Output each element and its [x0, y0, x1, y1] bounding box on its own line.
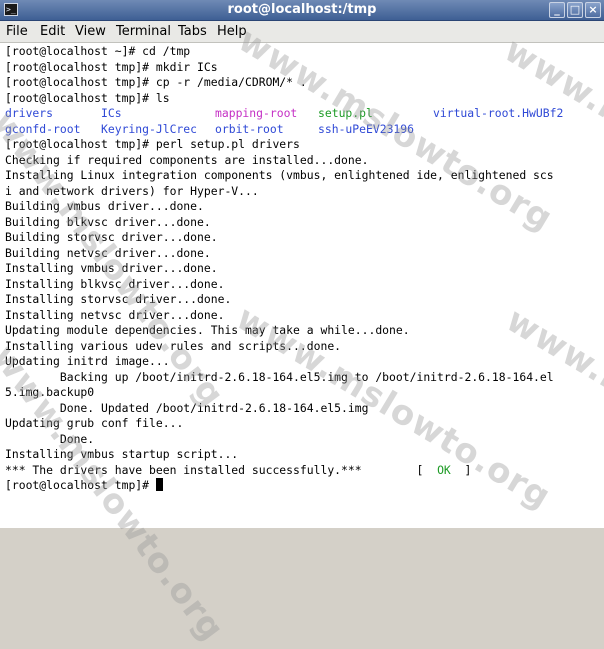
terminal-line: [root@localhost tmp]# perl setup.pl driv…: [5, 137, 300, 151]
maximize-button[interactable]: □: [567, 2, 583, 18]
minimize-button[interactable]: _: [549, 2, 565, 18]
terminal-line: Checking if required components are inst…: [5, 152, 369, 167]
terminal-line: Building netvsc driver...done.: [5, 245, 211, 260]
success-spacer: [362, 463, 417, 477]
terminal-line: [root@localhost tmp]# ls: [5, 90, 170, 105]
ls-entry: drivers: [5, 106, 54, 120]
terminal-line: Building vmbus driver...done.: [5, 199, 204, 213]
ls-entry: Keyring-JlCrec: [101, 121, 198, 136]
ls-entry: setup.pl: [318, 106, 373, 120]
terminal-lines: [root@localhost ~]# cd /tmp [root@localh…: [5, 44, 563, 494]
menu-bar: File Edit View Terminal Tabs Help: [0, 21, 604, 43]
terminal-line: Updating initrd image...: [5, 354, 170, 368]
status-bracket-open: [: [416, 462, 438, 477]
terminal-line: 5.img.backup0: [5, 385, 95, 399]
terminal-line: Building storvsc driver...done.: [5, 230, 218, 244]
ls-entry: mapping-root: [215, 106, 298, 120]
menu-terminal[interactable]: Terminal: [116, 24, 171, 39]
text-cursor: [155, 478, 163, 491]
menu-tabs[interactable]: Tabs: [178, 24, 207, 39]
terminal-line: Installing Linux integration components …: [5, 168, 554, 182]
ls-entry: gconfd-root: [5, 121, 81, 136]
title-bar[interactable]: >_ root@localhost:/tmp _ □ ×: [0, 0, 604, 21]
terminal-line: Installing netvsc driver...done.: [5, 307, 225, 322]
ls-output-row: drivers ICs mapping-root setup.pl virtua…: [5, 106, 563, 122]
terminal-output[interactable]: [root@localhost ~]# cd /tmp [root@localh…: [0, 43, 604, 528]
success-line: *** The drivers have been installed succ…: [5, 463, 554, 479]
terminal-line: Done.: [5, 431, 95, 446]
terminal-line: Installing vmbus driver...done.: [5, 261, 218, 275]
terminal-line: Installing storvsc driver...done.: [5, 292, 232, 306]
menu-view[interactable]: View: [75, 24, 106, 39]
ls-entry: virtual-root.HwUBf2: [433, 106, 564, 120]
terminal-line: Installing blkvsc driver...done.: [5, 276, 225, 291]
terminal-line: Installing various udev rules and script…: [5, 338, 342, 353]
terminal-window: >_ root@localhost:/tmp _ □ × File Edit V…: [0, 0, 604, 649]
terminal-line: Building blkvsc driver...done.: [5, 214, 211, 229]
shell-prompt: [root@localhost tmp]#: [5, 478, 156, 492]
ls-entry: ssh-uPeEV23196: [318, 121, 415, 136]
terminal-line: Done. Updated /boot/initrd-2.6.18-164.el…: [5, 400, 369, 415]
terminal-line: [root@localhost tmp]# mkdir ICs: [5, 59, 218, 74]
ls-output-row: gconfd-root Keyring-JlCrec orbit-root ss…: [5, 122, 554, 138]
success-message: *** The drivers have been installed succ…: [5, 462, 362, 477]
menu-file[interactable]: File: [6, 24, 28, 39]
terminal-line: i and network drivers) for Hyper-V...: [5, 183, 259, 198]
close-button[interactable]: ×: [585, 2, 601, 18]
terminal-line: Installing vmbus startup script...: [5, 447, 239, 461]
prompt-line[interactable]: [root@localhost tmp]#: [5, 478, 554, 494]
menu-help[interactable]: Help: [217, 24, 247, 39]
ls-entry: ICs: [101, 106, 122, 120]
terminal-line: [root@localhost ~]# cd /tmp: [5, 44, 191, 58]
ok-status: OK: [437, 462, 451, 477]
status-bracket-close: ]: [450, 462, 472, 477]
terminal-line: Updating module dependencies. This may t…: [5, 323, 410, 337]
terminal-line: Updating grub conf file...: [5, 416, 184, 430]
terminal-line: Backing up /boot/initrd-2.6.18-164.el5.i…: [5, 369, 554, 384]
window-title: root@localhost:/tmp: [227, 2, 377, 17]
terminal-line: [root@localhost tmp]# cp -r /media/CDROM…: [5, 75, 307, 89]
menu-edit[interactable]: Edit: [40, 24, 65, 39]
ls-entry: orbit-root: [215, 121, 284, 136]
